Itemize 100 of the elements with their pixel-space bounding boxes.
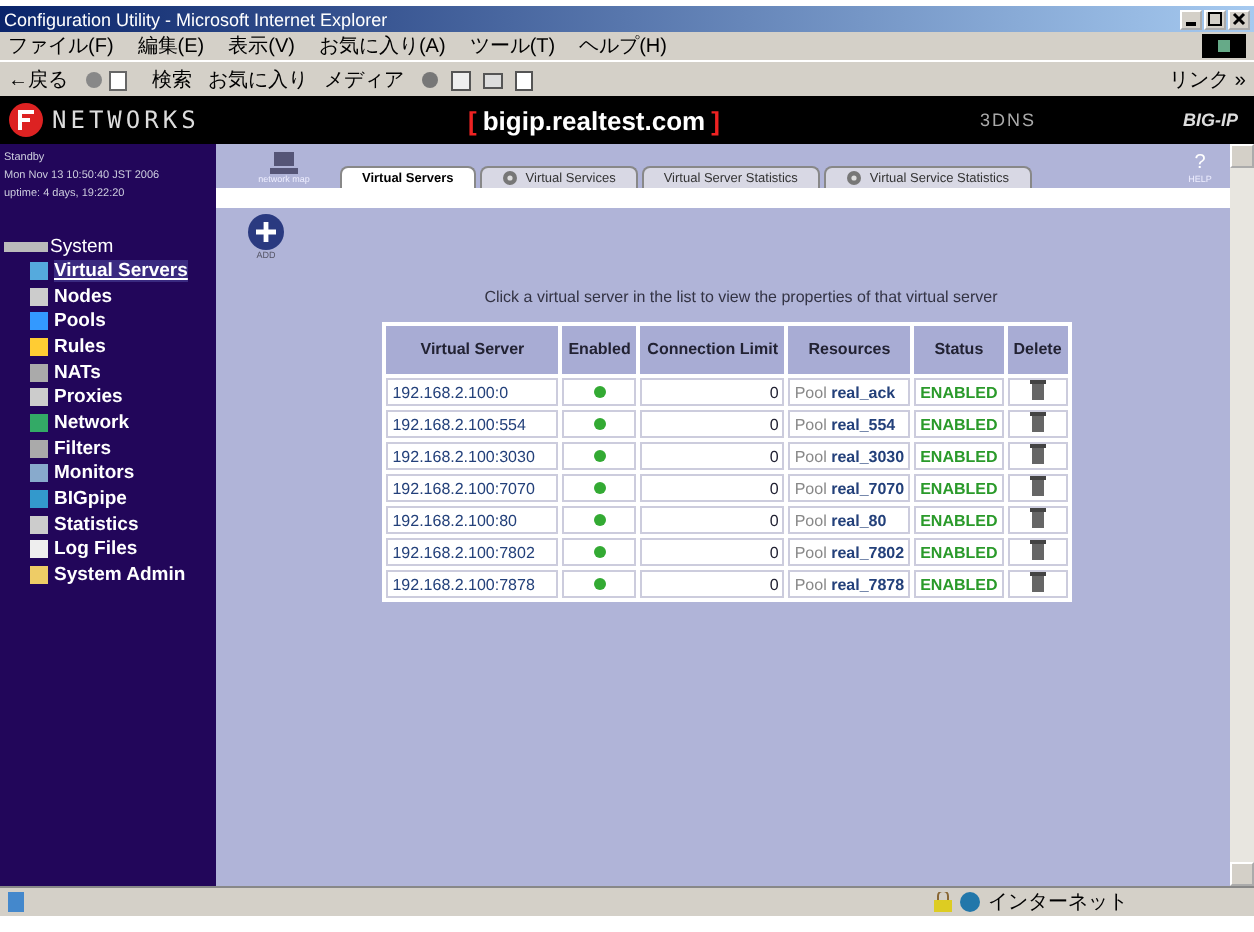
close-button[interactable]: [1228, 9, 1250, 29]
minimize-button[interactable]: [1180, 9, 1202, 29]
server-link[interactable]: 192.168.2.100:554: [386, 410, 559, 438]
module-icon: [28, 259, 50, 282]
column-header: Resources: [788, 326, 911, 374]
table-cell: Pool: [794, 575, 827, 593]
status-cell: ENABLED: [914, 378, 1004, 406]
table-cell: Pool: [794, 543, 827, 561]
module-icon: [28, 462, 50, 485]
table-cell: 0: [640, 378, 785, 406]
pool-link[interactable]: real_554: [831, 415, 896, 433]
logo-icon: [8, 102, 44, 138]
pool-link[interactable]: real_7878: [831, 575, 905, 593]
menu-item[interactable]: ファイル(F): [8, 32, 114, 60]
menu-item[interactable]: 表示(V): [228, 32, 295, 60]
module-icon: [28, 285, 50, 308]
module-icon: [28, 564, 50, 587]
tree-item[interactable]: Monitors: [54, 462, 135, 485]
bracket: ]: [711, 105, 720, 135]
tree-item[interactable]: Pools: [54, 310, 106, 333]
pool-link[interactable]: real_3030: [831, 447, 905, 465]
links-label[interactable]: リンク »: [1169, 65, 1246, 93]
pool-link[interactable]: real_7070: [831, 479, 905, 497]
column-header: Status: [914, 326, 1004, 374]
tree-item[interactable]: Proxies: [54, 386, 123, 409]
table-cell: Pool: [794, 479, 827, 497]
tree-item[interactable]: Nodes: [54, 285, 113, 308]
tree-item[interactable]: Filters: [54, 437, 112, 460]
server-link[interactable]: 192.168.2.100:80: [386, 506, 559, 534]
server-link[interactable]: 192.168.2.100:0: [386, 378, 559, 406]
table-cell: 0: [640, 506, 785, 534]
module-icon: [28, 411, 50, 434]
module-icon: [28, 310, 50, 333]
media-button[interactable]: メディア: [324, 65, 404, 93]
column-header: Enabled: [562, 326, 637, 374]
globe-icon: [960, 892, 980, 912]
menu-item[interactable]: 編集(E): [137, 32, 205, 60]
maximize-icon: [1208, 12, 1222, 26]
close-icon: [1232, 12, 1246, 26]
folder-bar-icon: [4, 241, 48, 253]
zone-label: インターネット: [988, 890, 1130, 916]
instruction-text: Click a virtual server in the list to view the properties of that virtual server: [484, 288, 998, 306]
favorites-button[interactable]: お気に入り: [208, 65, 308, 93]
table-cell: 0: [640, 570, 785, 598]
module-icon: [28, 488, 50, 511]
status-cell: ENABLED: [914, 538, 1004, 566]
status-cell: ENABLED: [914, 474, 1004, 502]
pool-link[interactable]: real_80: [831, 511, 887, 529]
brand-name: NETWORKS: [52, 106, 200, 134]
status-cell: ENABLED: [914, 506, 1004, 534]
add-icon[interactable]: [248, 214, 284, 250]
table-cell: 0: [640, 474, 785, 502]
tree-item[interactable]: System: [50, 236, 114, 258]
table-cell: 0: [640, 442, 785, 470]
table-cell: Pool: [794, 447, 827, 465]
search-button[interactable]: 検索: [152, 65, 192, 93]
column-header: Connection Limit: [640, 326, 785, 374]
menu-item[interactable]: ツール(T): [469, 32, 556, 60]
tree-item[interactable]: Virtual Servers: [54, 259, 188, 282]
column-header: Delete: [1007, 326, 1068, 374]
page-icon: [6, 892, 26, 912]
bracket: [: [468, 105, 477, 135]
pool-link[interactable]: real_7802: [831, 543, 905, 561]
lock-icon: [934, 892, 952, 912]
status-cell: ENABLED: [914, 570, 1004, 598]
tree-item[interactable]: Log Files: [54, 538, 138, 561]
host-name: bigip.realtest.com: [482, 105, 706, 135]
back-button[interactable]: ←戻る: [8, 65, 68, 93]
status-cell: ENABLED: [914, 410, 1004, 438]
module-icon: [28, 361, 50, 384]
tree-item[interactable]: Rules: [54, 335, 106, 358]
module-icon: [28, 386, 50, 409]
server-link[interactable]: 192.168.2.100:7070: [386, 474, 559, 502]
server-link[interactable]: 192.168.2.100:7802: [386, 538, 559, 566]
table-cell: Pool: [794, 415, 827, 433]
status-cell: ENABLED: [914, 442, 1004, 470]
table-cell: 0: [640, 538, 785, 566]
pool-link[interactable]: real_ack: [831, 383, 896, 401]
menu-item[interactable]: お気に入り(A): [318, 32, 446, 60]
table-cell: Pool: [794, 511, 827, 529]
module-icon: [28, 437, 50, 460]
column-header: Virtual Server: [386, 326, 559, 374]
module-icon: [28, 335, 50, 358]
table-cell: Pool: [794, 383, 827, 401]
product-label: BIG-IP: [1182, 110, 1240, 130]
product-label: 3DNS: [979, 110, 1036, 130]
tree-item[interactable]: Statistics: [54, 513, 139, 536]
maximize-button[interactable]: [1204, 9, 1226, 29]
tree-item[interactable]: BIGpipe: [54, 488, 127, 511]
module-icon: [28, 538, 50, 561]
menu-item[interactable]: ヘルプ(H): [579, 32, 667, 60]
module-icon: [28, 513, 50, 536]
tree-item[interactable]: Network: [54, 411, 129, 434]
window-title: Configuration Utility - Microsoft Internet Explorer: [4, 9, 388, 29]
table-cell: 0: [640, 410, 785, 438]
server-link[interactable]: 192.168.2.100:3030: [386, 442, 559, 470]
tree-item[interactable]: NATs: [54, 361, 101, 384]
server-link[interactable]: 192.168.2.100:7878: [386, 570, 559, 598]
network-icon[interactable]: [270, 150, 298, 174]
tree-item[interactable]: System Admin: [54, 564, 186, 587]
